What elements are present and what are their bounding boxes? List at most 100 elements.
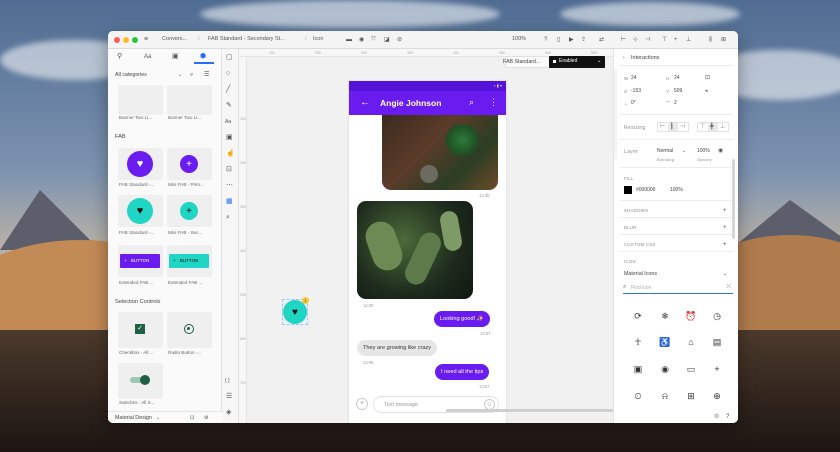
switch-icon[interactable]: ⇄: [599, 36, 604, 44]
component-card-checkbox[interactable]: ✓: [118, 312, 163, 348]
settings-icon[interactable]: ⚙: [714, 413, 719, 421]
image-tool-icon[interactable]: ▣: [226, 134, 233, 142]
settings-icon[interactable]: ⚙: [204, 414, 208, 422]
chevron-down-icon[interactable]: ⌄: [178, 71, 182, 79]
y-field[interactable]: 509: [674, 88, 682, 94]
maximize-window-button[interactable]: [132, 37, 138, 43]
line-tool-icon[interactable]: ╱: [226, 86, 230, 94]
library-selector[interactable]: Material Design: [115, 415, 152, 421]
component-icon[interactable]: ◉: [359, 36, 364, 44]
code-icon[interactable]: { }: [225, 377, 230, 385]
pen-tool-icon[interactable]: ✎: [226, 102, 232, 110]
preview-device-icon[interactable]: ▯: [557, 36, 560, 44]
component-card-mini-fab-secondary[interactable]: +: [167, 195, 212, 227]
icon-search-input[interactable]: ⌕ Find icon ⤫: [623, 283, 733, 294]
resizing-horizontal-control[interactable]: ⊢ ┃ ⊣: [657, 122, 689, 132]
chevron-down-icon[interactable]: ⌄: [723, 270, 727, 278]
outgoing-message[interactable]: I need all the tips: [435, 364, 490, 380]
state-selector[interactable]: Enabled ⌄: [549, 56, 605, 68]
fill-color-swatch[interactable]: [624, 186, 632, 194]
help-icon[interactable]: ?: [726, 413, 729, 421]
custom-css-section[interactable]: CUSTOM CSS: [624, 242, 656, 247]
link-icon[interactable]: ⊘: [397, 36, 402, 44]
x-field[interactable]: -153: [631, 88, 641, 94]
breadcrumb-component[interactable]: FAB Standard - Secondary St...: [208, 36, 285, 42]
clock-icon[interactable]: ◷: [708, 307, 726, 325]
search-icon[interactable]: ⌕: [226, 214, 230, 222]
clear-search-icon[interactable]: ⤫: [726, 284, 731, 291]
add-circle-icon[interactable]: ⊕: [708, 387, 726, 405]
outgoing-message[interactable]: Looking good! ✨: [434, 311, 490, 327]
add-attachment-icon[interactable]: +: [356, 398, 368, 410]
fill-opacity-field[interactable]: 100%: [670, 187, 683, 193]
ticket-icon[interactable]: ▭: [682, 360, 700, 378]
wallet-icon[interactable]: ▤: [708, 333, 726, 351]
width-field[interactable]: 24: [631, 75, 637, 81]
component-card-extended-fab-primary[interactable]: + BUTTON: [118, 245, 163, 277]
grid-icon[interactable]: ▦: [226, 198, 233, 206]
component-card-extended-fab-secondary[interactable]: + BUTTON: [167, 245, 212, 277]
list-view-icon[interactable]: ☰: [204, 71, 209, 79]
selection-box[interactable]: ♥ 1: [282, 297, 309, 325]
align-right-icon[interactable]: ⊣: [645, 36, 650, 44]
minimize-window-button[interactable]: [123, 37, 129, 43]
chat-image-cactus[interactable]: [357, 201, 473, 299]
help-icon[interactable]: ?: [544, 36, 547, 44]
contact-icon[interactable]: ▣: [629, 360, 647, 378]
component-card-banner-1[interactable]: [118, 85, 163, 115]
stack-icon[interactable]: ◈: [226, 409, 231, 417]
design-canvas[interactable]: 200 250 300 350 400 450 500 550 100 200 …: [239, 49, 618, 423]
scale-icon[interactable]: ⤧: [371, 36, 376, 44]
interactions-header[interactable]: Interactions: [631, 55, 659, 61]
align-top-icon[interactable]: ⊤: [662, 36, 667, 44]
add-icon[interactable]: +: [708, 360, 726, 378]
snowflake-icon[interactable]: ❄: [656, 307, 674, 325]
breadcrumb-project[interactable]: Convers...: [162, 36, 187, 42]
boolean-icon[interactable]: ◪: [384, 36, 390, 44]
chevron-right-icon[interactable]: ›: [623, 54, 625, 62]
bank-icon[interactable]: ⌂: [682, 333, 700, 351]
align-left-icon[interactable]: ⊢: [621, 36, 626, 44]
close-window-button[interactable]: [114, 37, 120, 43]
component-card-banner-2[interactable]: [167, 85, 212, 115]
menu-icon[interactable]: ≡: [144, 36, 148, 44]
fill-hex-field[interactable]: #000000: [636, 187, 655, 193]
layers-list-icon[interactable]: ☰: [226, 393, 232, 401]
align-center-icon[interactable]: ⊹: [633, 36, 638, 44]
component-card-radio-button[interactable]: [167, 312, 212, 348]
align-bottom-icon[interactable]: ⊥: [686, 36, 691, 44]
search-icon[interactable]: ⌕: [190, 71, 193, 79]
corner-radius-field[interactable]: 2: [674, 100, 677, 106]
distribute-icon[interactable]: ⫼: [709, 36, 712, 44]
component-card-mini-fab-primary[interactable]: +: [167, 148, 212, 180]
alarm-bell-icon[interactable]: ⍾: [656, 387, 674, 405]
tidy-icon[interactable]: ⊞: [721, 36, 726, 44]
back-arrow-icon[interactable]: ←: [360, 97, 370, 108]
chat-image-fence[interactable]: [382, 115, 498, 190]
more-icon[interactable]: ⋯: [226, 182, 233, 190]
hotspot-tool-icon[interactable]: ☝: [226, 150, 235, 158]
opacity-field[interactable]: 100%: [697, 148, 710, 154]
position-lock-icon[interactable]: ◂: [705, 87, 708, 95]
shadows-section[interactable]: SHADOWS: [624, 208, 648, 213]
search-icon[interactable]: ⌕: [469, 97, 474, 108]
chevron-down-icon[interactable]: ⌄: [156, 414, 160, 422]
align-middle-icon[interactable]: +: [674, 36, 678, 44]
constrain-proportions-icon[interactable]: ⊡: [705, 74, 710, 82]
resizing-vertical-control[interactable]: ⊤ ╋ ⊥: [697, 122, 729, 132]
account-icon[interactable]: ◉: [656, 360, 674, 378]
accessibility-icon[interactable]: ☥: [629, 333, 647, 351]
text-tab-icon[interactable]: Aa: [144, 53, 151, 61]
play-icon[interactable]: ▶: [569, 36, 574, 44]
incoming-message[interactable]: They are growing like crazy: [357, 340, 438, 356]
wheelchair-icon[interactable]: ♿: [656, 333, 674, 351]
add-blur-icon[interactable]: +: [723, 224, 727, 232]
components-tab-icon[interactable]: ⚲: [117, 53, 122, 61]
component-card-fab-secondary[interactable]: ♥: [118, 195, 163, 227]
breadcrumb-layer[interactable]: Icon: [313, 36, 323, 42]
add-box-icon[interactable]: ⊞: [682, 387, 700, 405]
sync-icon[interactable]: ⟳: [629, 307, 647, 325]
ellipse-tool-icon[interactable]: ○: [226, 70, 230, 78]
alarm-icon[interactable]: ⏰: [682, 307, 700, 325]
blend-mode-select[interactable]: Normal: [657, 148, 673, 154]
